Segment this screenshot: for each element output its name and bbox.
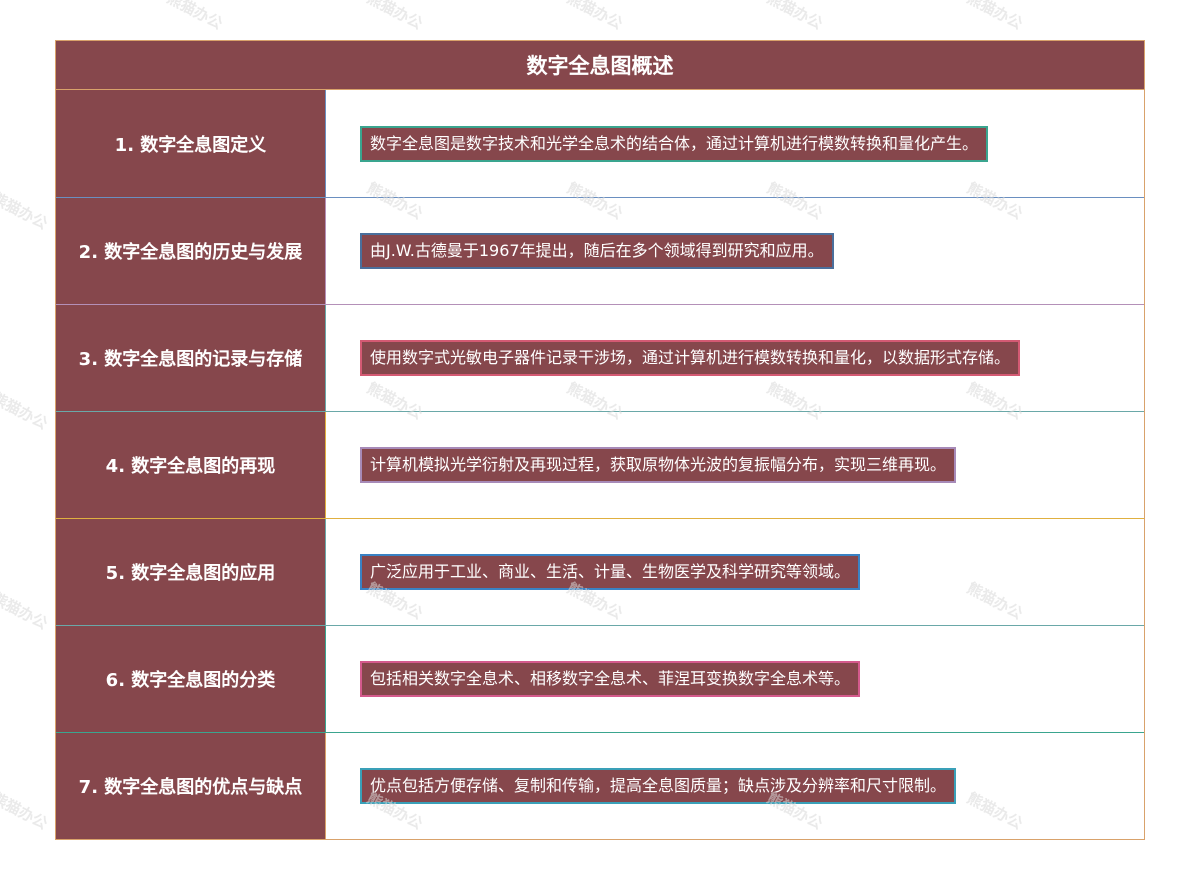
row-label: 4. 数字全息图的再现 — [56, 412, 326, 518]
watermark: 熊猫办公 — [964, 0, 1026, 33]
row-description: 由J.W.古德曼于1967年提出，随后在多个领域得到研究和应用。 — [360, 233, 834, 269]
watermark: 熊猫办公 — [364, 0, 426, 33]
watermark: 熊猫办公 — [0, 388, 51, 433]
watermark: 熊猫办公 — [564, 0, 626, 33]
watermark: 熊猫办公 — [0, 788, 51, 833]
table-title: 数字全息图概述 — [56, 41, 1144, 90]
watermark: 熊猫办公 — [764, 0, 826, 33]
row-label: 7. 数字全息图的优点与缺点 — [56, 733, 326, 839]
row-label: 3. 数字全息图的记录与存储 — [56, 305, 326, 411]
row-content-cell: 数字全息图是数字技术和光学全息术的结合体，通过计算机进行模数转换和量化产生。 — [326, 90, 1144, 197]
row-content-cell: 计算机模拟光学衍射及再现过程，获取原物体光波的复振幅分布，实现三维再现。 — [326, 412, 1144, 518]
table-row: 4. 数字全息图的再现 计算机模拟光学衍射及再现过程，获取原物体光波的复振幅分布，… — [56, 411, 1144, 518]
watermark: 熊猫办公 — [0, 188, 51, 233]
row-content-cell: 使用数字式光敏电子器件记录干涉场，通过计算机进行模数转换和量化，以数据形式存储。 — [326, 305, 1144, 411]
watermark: 熊猫办公 — [164, 0, 226, 33]
row-content-cell: 包括相关数字全息术、相移数字全息术、菲涅耳变换数字全息术等。 — [326, 626, 1144, 732]
watermark: 熊猫办公 — [0, 588, 51, 633]
row-label: 1. 数字全息图定义 — [56, 90, 326, 197]
row-description: 计算机模拟光学衍射及再现过程，获取原物体光波的复振幅分布，实现三维再现。 — [360, 447, 957, 483]
row-description: 优点包括方便存储、复制和传输，提高全息图质量；缺点涉及分辨率和尺寸限制。 — [360, 768, 957, 804]
row-description: 广泛应用于工业、商业、生活、计量、生物医学及科学研究等领域。 — [360, 554, 861, 590]
overview-table: 数字全息图概述 1. 数字全息图定义 数字全息图是数字技术和光学全息术的结合体，通… — [55, 40, 1145, 840]
row-label: 2. 数字全息图的历史与发展 — [56, 198, 326, 304]
row-description: 使用数字式光敏电子器件记录干涉场，通过计算机进行模数转换和量化，以数据形式存储。 — [360, 340, 1021, 376]
row-label: 6. 数字全息图的分类 — [56, 626, 326, 732]
row-description: 数字全息图是数字技术和光学全息术的结合体，通过计算机进行模数转换和量化产生。 — [360, 125, 989, 162]
row-description: 包括相关数字全息术、相移数字全息术、菲涅耳变换数字全息术等。 — [360, 661, 861, 697]
table-row: 6. 数字全息图的分类 包括相关数字全息术、相移数字全息术、菲涅耳变换数字全息术等… — [56, 625, 1144, 732]
table-row: 7. 数字全息图的优点与缺点 优点包括方便存储、复制和传输，提高全息图质量；缺点涉… — [56, 732, 1144, 839]
row-label: 5. 数字全息图的应用 — [56, 519, 326, 625]
